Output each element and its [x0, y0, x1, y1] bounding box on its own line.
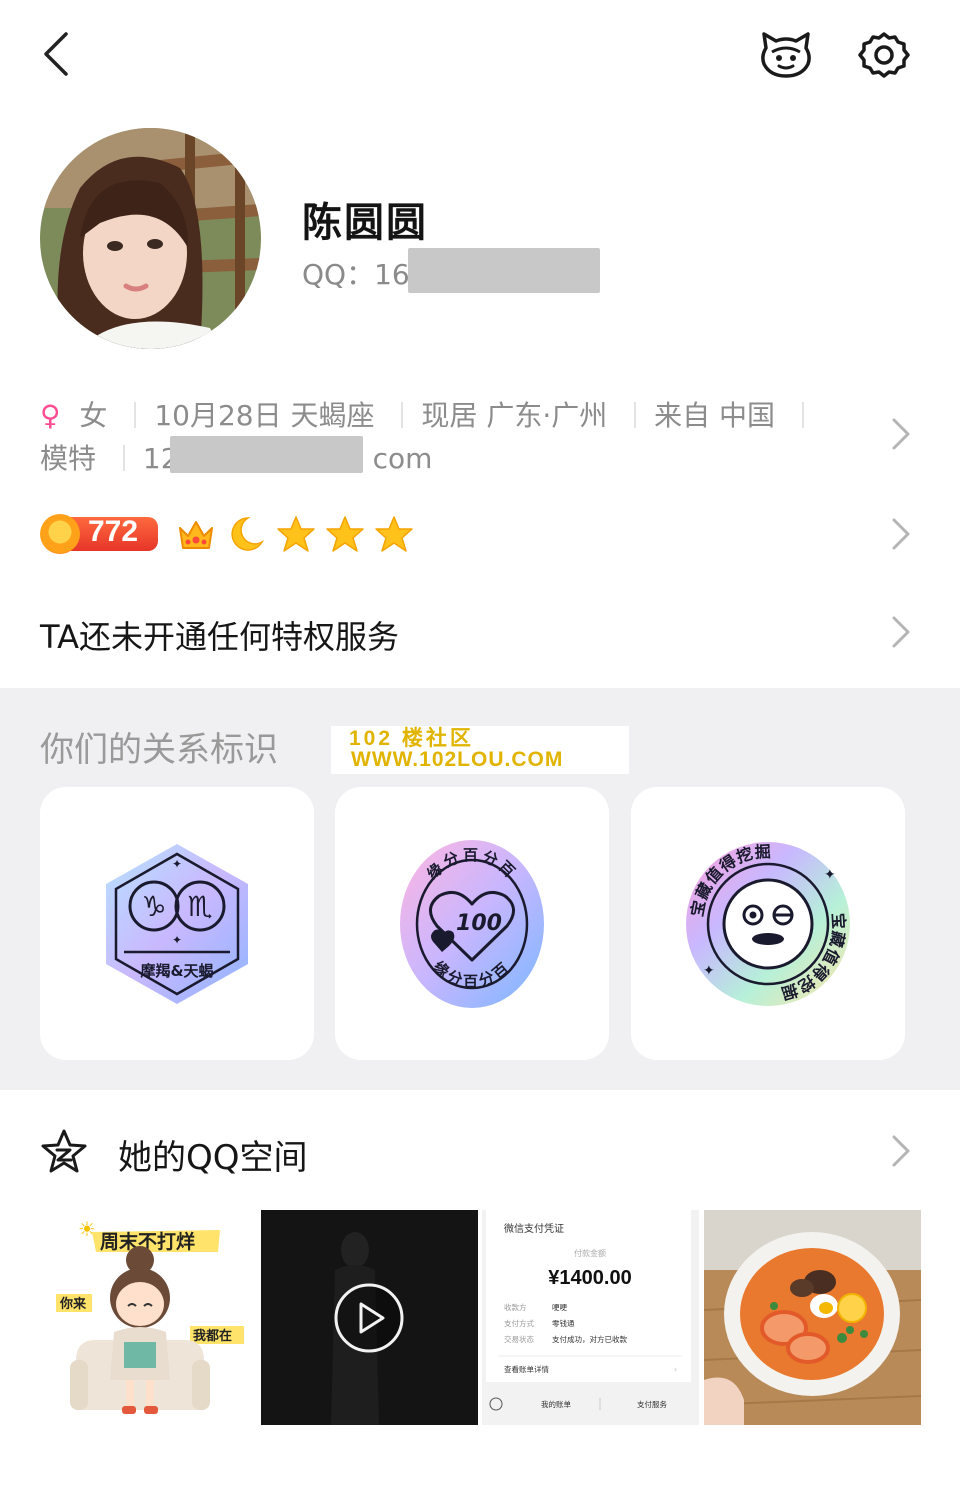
svg-text:✦: ✦ — [172, 857, 182, 871]
avatar[interactable] — [40, 128, 261, 349]
hundred-number: 100 — [456, 911, 502, 936]
chevron-right-icon[interactable] — [888, 416, 914, 452]
relation-card-treasure[interactable]: ✦ ✦ 宝藏值得挖掘 宝藏值得挖掘 — [631, 787, 905, 1060]
privilege-status-text[interactable]: TA还未开通任何特权服务 — [40, 612, 399, 658]
svg-text:✦: ✦ — [824, 867, 836, 883]
capricorn-icon: ♑ — [141, 890, 166, 923]
receipt-row-value: 支付成功，对方已收款 — [552, 1334, 627, 1344]
watermark-line1: 102 楼社区 — [349, 727, 474, 750]
divider — [122, 445, 125, 471]
receipt-row-value: 哽哽 — [552, 1303, 567, 1312]
star-icon — [325, 514, 365, 554]
divider — [634, 402, 637, 428]
receipt-tab: 支付服务 — [637, 1399, 667, 1409]
receipt-title: 微信支付凭证 — [504, 1222, 564, 1235]
receipt-row-value: 零钱通 — [552, 1318, 575, 1328]
gender-text: 女 — [79, 399, 108, 432]
occupation-text: 模特 — [40, 442, 97, 475]
relation-card-zodiac[interactable]: ♑ ♏ ✦ ✦ 摩羯&天蝎 — [40, 787, 314, 1060]
qzone-star-icon — [40, 1128, 88, 1176]
thumb-right-text: 我都在 — [193, 1328, 232, 1344]
receipt-row-key: 交易状态 — [504, 1334, 534, 1344]
qzone-thumb-receipt[interactable]: 微信支付凭证 付款金额 ¥1400.00 收款方 哽哽 支付方式 零钱通 交易状… — [482, 1210, 699, 1425]
qzone-title[interactable]: 她的QQ空间 — [118, 1130, 308, 1179]
watermark-line2: WWW.102LOU.COM — [351, 748, 564, 771]
receipt-row-key: 收款方 — [504, 1302, 527, 1312]
divider — [134, 402, 137, 428]
qq-number: QQ：16 — [302, 258, 410, 291]
receipt-amount: ¥1400.00 — [548, 1267, 631, 1289]
receipt-detail-link: 查看账单详情 — [504, 1364, 549, 1374]
info-line-1[interactable]: ♀ 女 10月28日 天蝎座 现居 广东·广州 来自 中国 — [40, 394, 822, 434]
qzone-thumb-food[interactable] — [704, 1210, 921, 1425]
residence-text: 现居 广东·广州 — [421, 399, 608, 432]
svg-text:›: › — [674, 1365, 677, 1374]
cat-mascot-icon[interactable] — [758, 30, 814, 80]
receipt-tab: 我的账单 — [541, 1399, 571, 1409]
relationship-title: 你们的关系标识 — [40, 730, 278, 770]
crown-icon — [176, 514, 216, 554]
email-suffix: com — [372, 442, 433, 475]
qzone-thumb-illustration[interactable]: ☀ 周末不打烊 你来 我都在 — [40, 1210, 257, 1425]
thumb-left-text: 你来 — [59, 1296, 87, 1312]
origin-text: 来自 中国 — [654, 399, 776, 432]
chevron-right-icon[interactable] — [888, 614, 914, 650]
sun-coin-icon — [40, 514, 80, 554]
star-icon — [276, 514, 316, 554]
moon-icon — [226, 514, 266, 554]
chevron-right-icon[interactable] — [888, 516, 914, 552]
receipt-amount-label: 付款金额 — [574, 1248, 606, 1258]
zodiac-pair-label: 摩羯&天蝎 — [140, 962, 213, 980]
chevron-right-icon[interactable] — [888, 1133, 914, 1169]
scorpio-icon: ♏ — [187, 890, 212, 923]
svg-text:✦: ✦ — [172, 933, 182, 947]
birthday-text: 10月28日 天蝎座 — [154, 399, 375, 432]
qzone-thumb-video[interactable] — [261, 1210, 478, 1425]
star-icon — [374, 514, 414, 554]
qq-redaction-mask — [408, 248, 600, 293]
svg-text:✦: ✦ — [703, 963, 715, 979]
divider — [801, 402, 804, 428]
email-redaction-mask — [170, 436, 363, 473]
divider — [401, 402, 404, 428]
female-icon: ♀ — [40, 399, 61, 432]
points-value: 772 — [88, 515, 139, 548]
receipt-row-key: 支付方式 — [504, 1318, 534, 1328]
relation-card-fate[interactable]: 100 缘分百分百 缘分百分百 — [335, 787, 609, 1060]
back-icon[interactable] — [34, 28, 82, 80]
points-badge[interactable]: 772 — [40, 514, 160, 554]
gear-icon[interactable] — [858, 30, 910, 80]
profile-name: 陈圆圆 — [302, 200, 428, 246]
watermark: 102 楼社区 WWW.102LOU.COM — [331, 726, 629, 774]
